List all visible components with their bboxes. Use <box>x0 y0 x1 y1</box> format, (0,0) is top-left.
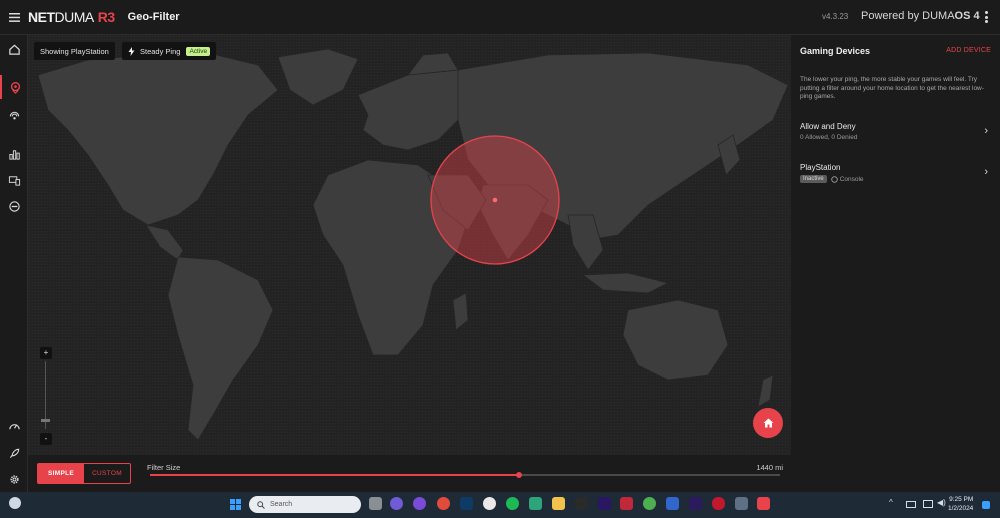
steady-ping-label: Steady Ping <box>140 46 181 56</box>
powered-prefix: Powered by <box>861 10 923 22</box>
home-location-button[interactable] <box>753 408 783 438</box>
page-title: Geo-Filter <box>127 11 180 23</box>
filter-size-label: Filter Size <box>147 463 181 472</box>
geo-filter-icon[interactable] <box>0 75 28 99</box>
calculator-icon[interactable] <box>735 497 748 510</box>
world-map[interactable]: Showing PlayStation Steady Ping Active +… <box>28 35 791 455</box>
app-icon[interactable] <box>529 497 542 510</box>
simple-mode-button[interactable]: SIMPLE <box>38 464 84 483</box>
clock-date: 1/2/2024 <box>948 505 974 512</box>
battery-icon[interactable] <box>906 501 916 508</box>
photoshop-icon[interactable] <box>460 497 473 510</box>
steady-ping-chip[interactable]: Steady Ping Active <box>122 42 217 60</box>
powered-os: OS 4 <box>954 10 980 22</box>
device-name: Allow and Deny <box>800 122 856 131</box>
home-icon[interactable] <box>0 37 28 61</box>
console-icon <box>830 175 838 183</box>
steady-ping-status: Active <box>186 46 211 56</box>
zoom-handle[interactable] <box>41 419 50 422</box>
device-row-playstation[interactable]: PlayStation Inactive Console › <box>791 163 1000 201</box>
device-type: Console <box>839 175 864 183</box>
app-icon[interactable] <box>413 497 426 510</box>
premiere-icon[interactable] <box>598 497 611 510</box>
after-effects-icon[interactable] <box>689 497 702 510</box>
speedometer-icon[interactable] <box>0 414 28 438</box>
world-map-canvas[interactable] <box>28 35 791 455</box>
filter-size-slider[interactable] <box>150 472 780 478</box>
app-icon[interactable] <box>712 497 725 510</box>
brand-model: R3 <box>97 9 115 25</box>
app-icon[interactable] <box>643 497 656 510</box>
windows-taskbar: Search ^ ◀) 9:25 PM 1/2/2024 <box>0 492 1000 518</box>
statistics-icon[interactable] <box>0 142 28 166</box>
zoom-control: + - <box>40 347 52 445</box>
brand-duma: DUMA <box>54 9 95 25</box>
device-name: PlayStation <box>800 163 841 172</box>
search-icon <box>257 500 265 509</box>
menu-icon[interactable] <box>0 0 28 35</box>
custom-mode-button[interactable]: CUSTOM <box>84 464 130 483</box>
clock-time: 9:25 PM <box>949 496 974 503</box>
top-bar: NETDUMA R3 Geo-Filter v4.3.23 Powered by … <box>0 0 1000 35</box>
search-placeholder: Search <box>270 501 293 508</box>
chevron-right-icon: › <box>984 125 988 137</box>
taskbar-clock[interactable]: 9:25 PM 1/2/2024 <box>948 495 973 513</box>
bolt-icon <box>128 46 135 56</box>
filter-radius[interactable] <box>430 135 560 265</box>
taskbar-search[interactable]: Search <box>249 496 361 513</box>
spotify-icon[interactable] <box>506 497 519 510</box>
device-subtitle: 0 Allowed, 0 Denied <box>800 134 857 141</box>
ping-heatmap-icon[interactable] <box>0 103 28 127</box>
panel-title: Gaming Devices <box>800 46 871 56</box>
file-explorer-icon[interactable] <box>552 497 565 510</box>
panel-description: The lower your ping, the more stable you… <box>800 76 984 100</box>
netduma-app-icon[interactable] <box>757 497 770 510</box>
more-options-icon[interactable] <box>980 9 992 25</box>
devices-icon[interactable] <box>0 168 28 192</box>
showing-device-chip: Showing PlayStation <box>34 42 115 60</box>
notification-bell-icon[interactable] <box>982 501 990 509</box>
device-row-allow-deny[interactable]: Allow and Deny 0 Allowed, 0 Denied › <box>791 122 1000 160</box>
volume-icon[interactable]: ◀) <box>937 498 946 507</box>
side-nav <box>0 35 28 492</box>
brand-net: NET <box>28 9 55 25</box>
device-sub-text: 0 Allowed, 0 Denied <box>800 134 858 141</box>
version-label: v4.3.23 <box>822 12 849 21</box>
block-icon[interactable] <box>0 194 28 218</box>
windows-start-icon[interactable] <box>230 499 241 510</box>
status-badge: Inactive <box>800 175 827 183</box>
filter-size-value: 1440 mi <box>756 463 783 472</box>
showing-device-text: Showing PlayStation <box>40 46 109 56</box>
chat-icon[interactable] <box>390 497 403 510</box>
rocket-icon[interactable] <box>0 441 28 465</box>
mode-toggle: SIMPLE CUSTOM <box>37 463 131 484</box>
filter-controls: SIMPLE CUSTOM Filter Size 1440 mi <box>28 455 791 492</box>
slider-fill <box>150 474 519 476</box>
device-subtitle: Inactive Console <box>800 175 864 183</box>
slider-thumb[interactable] <box>515 472 522 478</box>
home-icon <box>763 418 773 428</box>
zoom-in-button[interactable]: + <box>40 347 52 359</box>
chevron-up-icon[interactable]: ^ <box>889 498 893 507</box>
chevron-right-icon: › <box>984 166 988 178</box>
powered-duma: DUMA <box>922 10 955 22</box>
netduma-logo[interactable]: NETDUMA R3 <box>28 9 115 25</box>
powered-by: Powered by DUMAOS 4 <box>861 10 980 22</box>
settings-icon[interactable] <box>0 467 28 491</box>
gaming-devices-panel: Gaming Devices ADD DEVICE The lower your… <box>791 35 1000 492</box>
chrome-icon[interactable] <box>437 497 450 510</box>
weather-icon[interactable] <box>9 497 21 509</box>
app-icon[interactable] <box>620 497 633 510</box>
task-view-icon[interactable] <box>369 497 382 510</box>
zoom-out-button[interactable]: - <box>40 433 52 445</box>
epic-games-icon[interactable] <box>575 497 588 510</box>
add-device-button[interactable]: ADD DEVICE <box>946 47 991 54</box>
display-icon[interactable] <box>923 500 933 508</box>
clock-app-icon[interactable] <box>483 497 496 510</box>
app-icon[interactable] <box>666 497 679 510</box>
